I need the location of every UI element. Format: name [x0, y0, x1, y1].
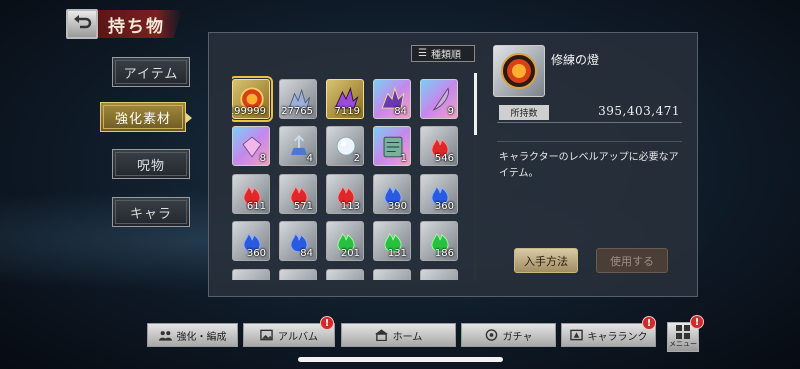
item-count: 360	[434, 201, 454, 212]
partial-icon	[421, 270, 459, 280]
tab-label: 強化素材	[114, 111, 171, 127]
album-icon	[260, 329, 273, 341]
tab-enhance-material[interactable]: 強化素材	[100, 102, 186, 132]
item-count: 131	[387, 248, 407, 259]
rank-notification-badge: !	[642, 316, 656, 330]
tab-cursed-object[interactable]: 呪物	[112, 149, 190, 179]
item-slot[interactable]: 9	[420, 79, 458, 119]
page-title: 持ち物	[108, 17, 165, 37]
item-grid: 1999992776571198498421546611571113390360…	[232, 73, 472, 280]
menu-notification-badge: !	[690, 315, 704, 329]
item-slot[interactable]	[279, 269, 317, 280]
item-count: 4	[306, 153, 313, 164]
nav-label: ガチャ	[502, 331, 533, 343]
nav-home[interactable]: ホーム	[341, 323, 456, 347]
team-icon	[158, 331, 172, 341]
item-slot[interactable]: 1	[373, 126, 411, 166]
item-count: 7119	[334, 106, 360, 117]
selected-item-icon	[493, 45, 545, 97]
tab-item[interactable]: アイテム	[112, 57, 190, 87]
menu-label: メニュー	[669, 340, 697, 348]
gacha-icon	[485, 329, 497, 341]
home-indicator[interactable]	[298, 357, 503, 362]
item-count: 27765	[281, 106, 313, 117]
item-slot[interactable]: 84	[373, 79, 411, 119]
tab-character[interactable]: キャラ	[112, 197, 190, 227]
sort-button[interactable]: ☰ 種類順	[411, 45, 475, 62]
item-slot[interactable]	[326, 269, 364, 280]
item-slot[interactable]: 199999	[232, 76, 273, 122]
partial-icon	[233, 270, 271, 280]
back-arrow-icon	[74, 15, 92, 29]
back-button[interactable]	[66, 9, 98, 39]
item-name: 修練の燈	[551, 53, 600, 67]
grid-menu-icon	[676, 325, 690, 339]
nav-enhance-team[interactable]: 強化・編成	[147, 323, 238, 347]
item-slot[interactable]: 360	[420, 174, 458, 214]
divider	[497, 122, 682, 123]
item-slot[interactable]: 2	[326, 126, 364, 166]
item-slot[interactable]: 611	[232, 174, 270, 214]
album-notification-badge: !	[320, 316, 334, 330]
fire-orb-icon	[501, 53, 537, 89]
tab-label: アイテム	[123, 66, 179, 82]
use-button[interactable]: 使用する	[596, 248, 668, 273]
item-slot[interactable]	[373, 269, 411, 280]
item-slot[interactable]: 131	[373, 221, 411, 261]
item-count: 546	[434, 153, 454, 164]
item-count: 113	[340, 201, 360, 212]
rank-icon	[569, 329, 583, 341]
item-count: 571	[293, 201, 313, 212]
nav-character-rank[interactable]: キャラランク	[561, 323, 656, 347]
item-slot[interactable]: 84	[279, 221, 317, 261]
owned-count-value: 395,403,471	[598, 104, 680, 118]
acquire-method-button[interactable]: 入手方法	[514, 248, 578, 273]
partial-icon	[280, 270, 318, 280]
item-count: 84	[300, 248, 313, 259]
item-slot[interactable]: 201	[326, 221, 364, 261]
item-count: 84	[394, 106, 407, 117]
tab-label: キャラ	[129, 206, 172, 222]
scrollbar-thumb[interactable]	[474, 73, 477, 135]
item-count: 186	[434, 248, 454, 259]
nav-gacha[interactable]: ガチャ	[461, 323, 556, 347]
nav-label: キャラランク	[587, 331, 648, 343]
item-slot[interactable]: 390	[373, 174, 411, 214]
partial-icon	[374, 270, 412, 280]
sort-icon: ☰	[418, 48, 427, 59]
item-slot[interactable]: 571	[279, 174, 317, 214]
item-count: 611	[246, 201, 266, 212]
item-description: キャラクターのレベルアップに必要なアイテム。	[499, 152, 679, 179]
divider	[497, 141, 682, 142]
owned-count-label: 所持数	[499, 105, 549, 120]
sort-label: 種類順	[430, 50, 461, 61]
item-count: 199999	[232, 106, 266, 117]
item-slot[interactable]	[232, 269, 270, 280]
item-slot[interactable]: 546	[420, 126, 458, 166]
partial-icon	[327, 270, 365, 280]
item-slot[interactable]: 360	[232, 221, 270, 261]
item-slot[interactable]: 7119	[326, 79, 364, 119]
nav-label: アルバム	[278, 331, 318, 343]
item-count: 2	[353, 153, 360, 164]
item-count: 201	[340, 248, 360, 259]
item-slot[interactable]: 8	[232, 126, 270, 166]
nav-label: ホーム	[392, 331, 423, 343]
item-count: 9	[447, 106, 454, 117]
active-tab-arrow-icon	[186, 113, 192, 123]
nav-label: 強化・編成	[176, 331, 227, 343]
item-slot[interactable]	[420, 269, 458, 280]
item-count: 8	[259, 153, 266, 164]
item-count: 390	[387, 201, 407, 212]
item-count: 1	[400, 153, 407, 164]
tab-label: 呪物	[136, 158, 165, 174]
item-slot[interactable]: 4	[279, 126, 317, 166]
item-slot[interactable]: 113	[326, 174, 364, 214]
item-count: 360	[246, 248, 266, 259]
item-slot[interactable]: 27765	[279, 79, 317, 119]
item-slot[interactable]: 186	[420, 221, 458, 261]
home-icon	[374, 329, 388, 341]
